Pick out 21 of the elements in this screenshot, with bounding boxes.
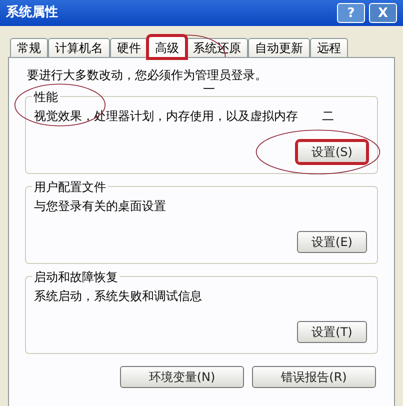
- group-description: 系统启动，系统失败和调试信息: [34, 288, 202, 305]
- tab[interactable]: 常规: [10, 38, 48, 57]
- tab[interactable]: 高级: [148, 36, 186, 58]
- settings-button[interactable]: 设置(S): [297, 141, 367, 163]
- close-button[interactable]: X: [369, 3, 397, 23]
- settings-button[interactable]: 设置(T): [297, 321, 367, 343]
- annotation-mark: 一: [203, 84, 215, 94]
- window-title: 系统属性: [6, 4, 58, 22]
- tab[interactable]: 远程: [310, 38, 348, 57]
- group-description: 与您登录有关的桌面设置: [34, 198, 166, 215]
- annotation-mark: 二: [322, 108, 334, 125]
- tab[interactable]: 硬件: [110, 38, 148, 57]
- admin-notice: 要进行大多数改动，您必须作为管理员登录。: [26, 67, 268, 84]
- tab[interactable]: 自动更新: [248, 38, 310, 57]
- group-title: 性能: [32, 88, 60, 106]
- error-reporting-button[interactable]: 错误报告(R): [252, 366, 376, 388]
- environment-variables-button[interactable]: 环境变量(N): [120, 366, 244, 388]
- group-title: 启动和故障恢复: [32, 268, 120, 286]
- tab[interactable]: 计算机名: [48, 38, 110, 57]
- settings-button[interactable]: 设置(E): [297, 231, 367, 253]
- group-title: 用户配置文件: [32, 178, 108, 196]
